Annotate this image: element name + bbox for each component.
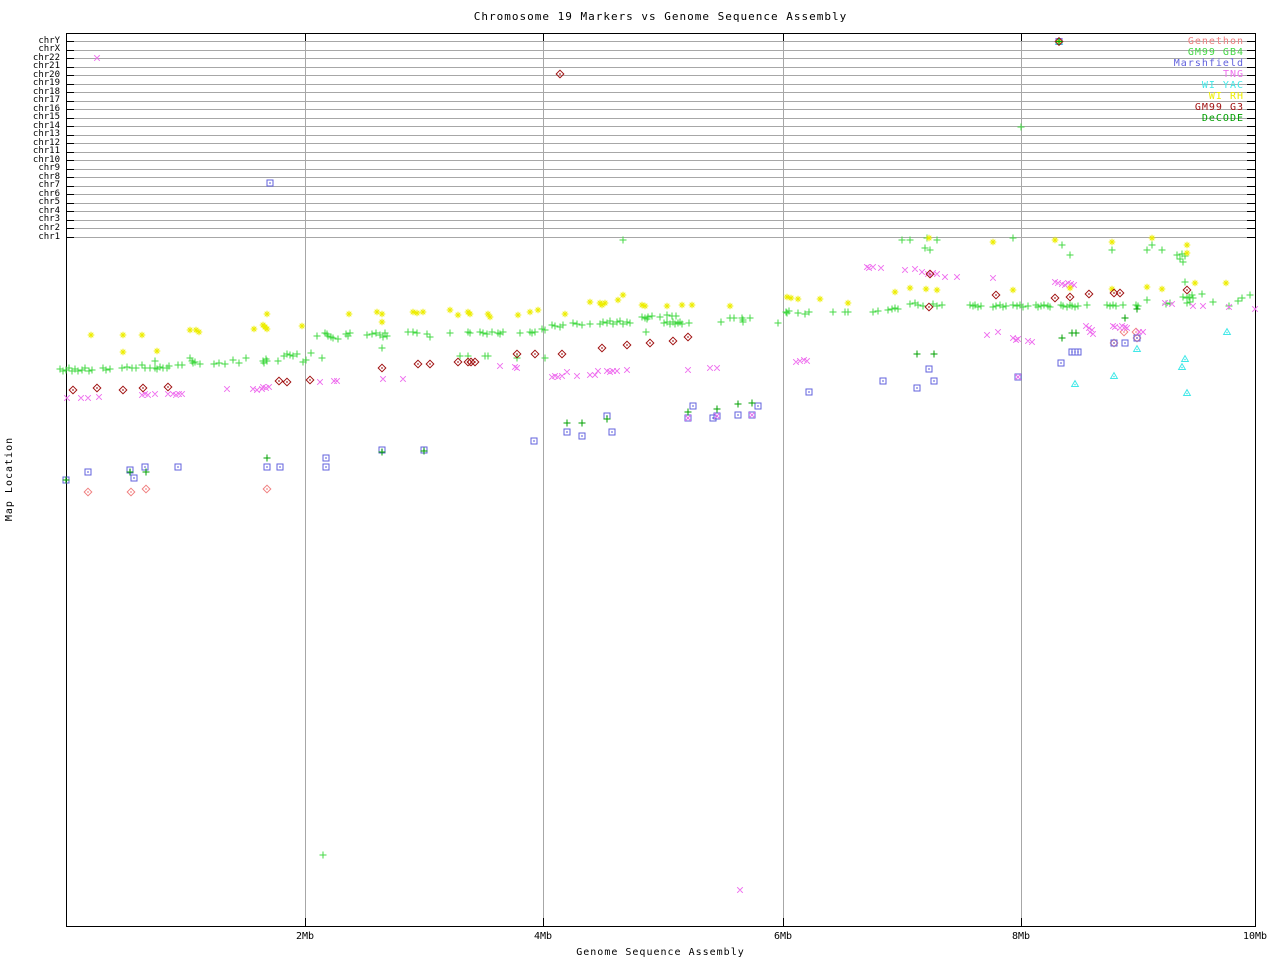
legend-label: DeCODE — [1201, 112, 1244, 124]
legend-label: WI YAC — [1201, 79, 1244, 91]
x-tick-label-4Mb: 4Mb — [533, 931, 553, 942]
legend-item-gm99-gb4: GM99 GB4 — [1040, 38, 1244, 58]
x-tick-label-10Mb: 10Mb — [1242, 931, 1268, 942]
series-wi-yac — [1070, 327, 1232, 397]
legend-label: TNG — [1222, 68, 1244, 80]
legend-item-wi-yac: WI YAC — [1040, 37, 1244, 91]
legend-item-gm99-g3: GM99 G3 — [1040, 36, 1244, 113]
legend-item-genethon: Genethon — [1040, 36, 1244, 47]
x-tick-label-8Mb: 8Mb — [1011, 931, 1031, 942]
legend-item-marshfield: Marshfield — [1040, 38, 1244, 69]
legend-item-wi-rh: WI RH — [1040, 38, 1244, 102]
series-genethon — [83, 327, 1142, 497]
y-tick-label-chr1: chr1 — [38, 231, 60, 242]
series-marshfield — [62, 179, 1141, 484]
legend-label: WI RH — [1208, 90, 1244, 102]
series-wi-rh — [87, 234, 1230, 356]
legend-item-tng: TNG — [1040, 38, 1244, 80]
plot-border — [66, 33, 1256, 927]
legend-label: GM99 GB4 — [1187, 46, 1244, 58]
axis-ticks — [66, 33, 1256, 926]
plus-marker-icon — [1055, 38, 1063, 45]
scatter-plot-area — [56, 33, 1259, 927]
series-gm99-gb4 — [56, 123, 1254, 859]
series-tng — [63, 54, 1259, 894]
plot-legend: Genethon GM99 GB4 Marshfield TNG WI YAC WI RH… — [1040, 36, 1244, 124]
chart-canvas: Chromosome 19 Markers vs Genome Sequence… — [0, 0, 1280, 960]
series-decode — [62, 305, 1141, 484]
legend-label: Genethon — [1187, 35, 1244, 47]
x-tick-label-6Mb: 6Mb — [773, 931, 793, 942]
gridlines — [66, 33, 1255, 926]
x-tick-label-2Mb: 2Mb — [295, 931, 315, 942]
legend-item-decode: DeCODE — [1040, 38, 1244, 124]
legend-label: GM99 G3 — [1194, 101, 1244, 113]
legend-label: Marshfield — [1173, 57, 1244, 69]
